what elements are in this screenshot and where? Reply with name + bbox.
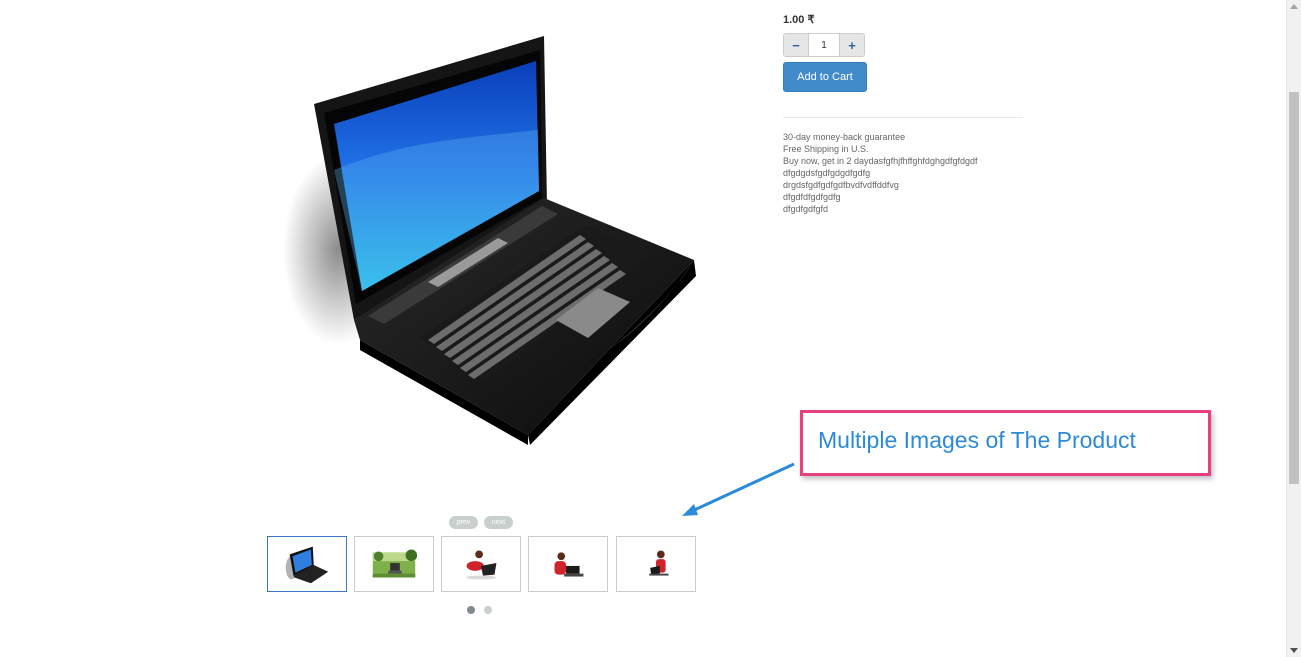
- thumbnail-woman-lying-with-laptop[interactable]: [528, 536, 608, 592]
- scroll-down-arrow-icon[interactable]: [1290, 648, 1298, 653]
- product-description: 30-day money-back guarantee Free Shippin…: [783, 131, 1043, 215]
- product-price: 1.00 ₹: [783, 14, 815, 26]
- carousel-page-dot-1[interactable]: [467, 606, 475, 614]
- carousel-prev-button[interactable]: prev: [449, 516, 478, 529]
- quantity-input[interactable]: [808, 34, 840, 56]
- annotation-text: Multiple Images of The Product: [818, 427, 1136, 453]
- plus-icon: +: [848, 37, 856, 53]
- scroll-up-arrow-icon[interactable]: [1290, 4, 1298, 9]
- description-line: 30-day money-back guarantee: [783, 132, 906, 142]
- carousel-next-button[interactable]: next: [484, 516, 513, 529]
- thumbnail-laptop-on-grass[interactable]: [354, 536, 434, 592]
- vertical-scrollbar[interactable]: [1286, 0, 1301, 657]
- description-line: dfgdgdsfgdfgdgdfgdfg: [783, 168, 871, 178]
- main-product-image: [283, 36, 696, 445]
- carousel-page-dot-2[interactable]: [484, 606, 492, 614]
- quantity-stepper[interactable]: − +: [783, 33, 865, 57]
- description-line: dfgdfgdfgfd: [783, 204, 829, 214]
- laptop-thumbnail-icon: [285, 546, 329, 584]
- woman-lying-with-laptop-thumbnail-icon: [554, 552, 584, 577]
- woman-with-laptop-thumbnail-icon: [465, 550, 497, 580]
- thumbnail-woman-with-laptop[interactable]: [441, 536, 521, 592]
- scrollbar-thumb[interactable]: [1289, 92, 1299, 484]
- description-line: Buy now, get in 2 daydasfgfhjfhffghfdghg…: [783, 156, 978, 166]
- laptop-on-grass-thumbnail-icon: [372, 549, 418, 578]
- minus-icon: −: [792, 37, 800, 53]
- product-title: [783, 0, 787, 9]
- woman-sitting-with-laptop-thumbnail-icon: [649, 550, 669, 576]
- annotation-callout: Multiple Images of The Product: [800, 410, 1211, 476]
- description-line: Free Shipping in U.S.: [783, 144, 869, 154]
- thumbnail-woman-sitting-with-laptop[interactable]: [616, 536, 696, 592]
- add-to-cart-button[interactable]: Add to Cart: [783, 62, 867, 92]
- thumbnail-laptop[interactable]: [267, 536, 347, 592]
- decrease-quantity-button[interactable]: −: [784, 34, 808, 56]
- description-line: drgdsfgdfgdfgdfbvdfvdffddfvg: [783, 180, 899, 190]
- description-line: dfgdfdfgdfgdfg: [783, 192, 841, 202]
- increase-quantity-button[interactable]: +: [840, 34, 864, 56]
- divider: [783, 117, 1023, 118]
